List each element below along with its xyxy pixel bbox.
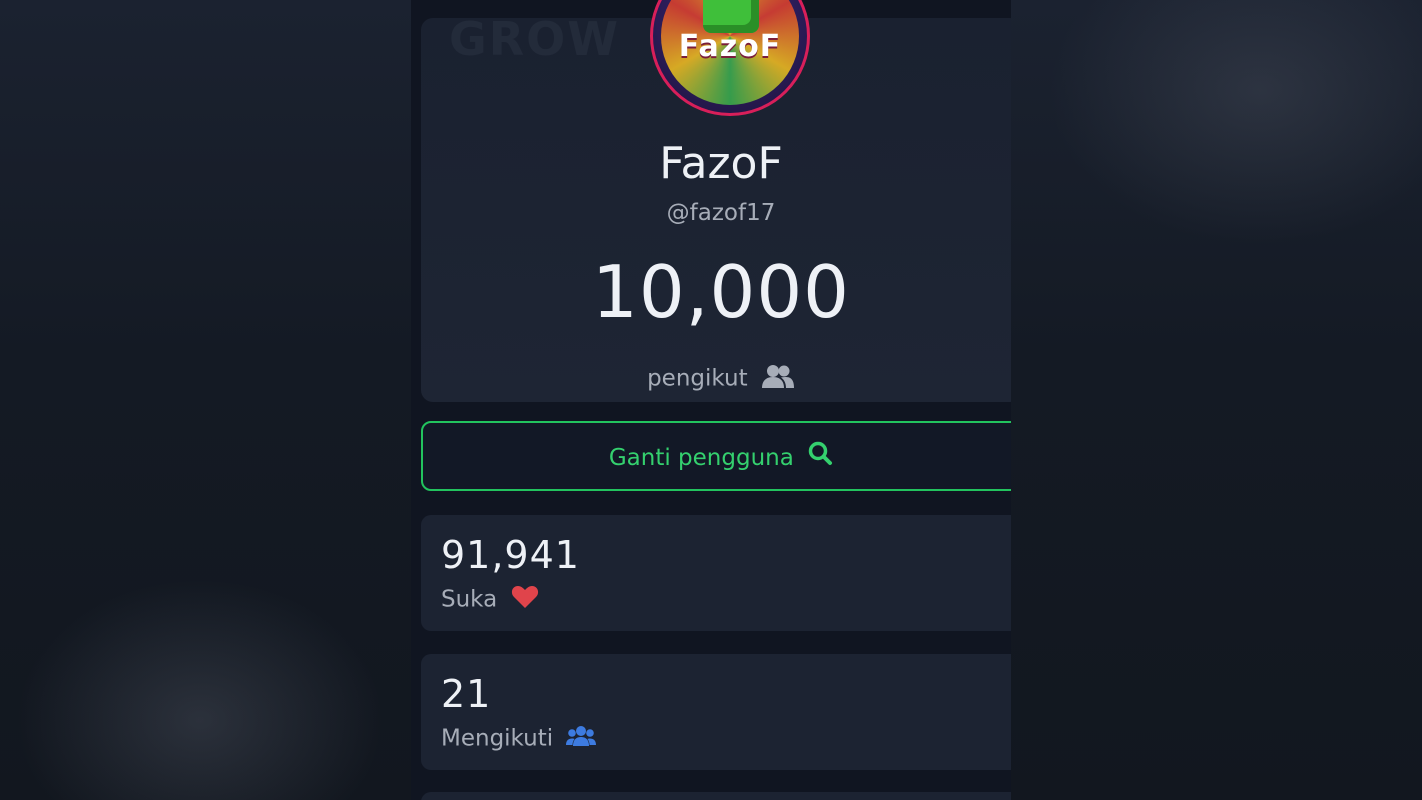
profile-card: GROW FazoF FazoF @fazof17 10,000 pengiku… xyxy=(421,0,1011,402)
app-screen: GROW FazoF FazoF @fazof17 10,000 pengiku… xyxy=(411,0,1011,800)
following-label-row: Mengikuti xyxy=(441,724,597,754)
following-label: Mengikuti xyxy=(441,725,554,752)
search-icon xyxy=(807,424,833,494)
likes-card: 91,941 Suka xyxy=(421,515,1011,631)
display-name: FazoF xyxy=(659,138,783,189)
avatar-logo-text: FazoF xyxy=(678,29,782,64)
follower-label: pengikut xyxy=(647,365,748,392)
following-card: 21 Mengikuti xyxy=(421,654,1011,770)
following-count: 21 xyxy=(441,672,492,716)
follower-label-row: pengikut xyxy=(421,363,1011,395)
users-icon xyxy=(761,363,795,395)
switch-user-button[interactable]: Ganti pengguna xyxy=(421,421,1011,491)
next-stat-card xyxy=(421,792,1011,800)
likes-label-row: Suka xyxy=(441,585,539,615)
avatar: FazoF xyxy=(650,0,810,116)
background-watermark: GROW xyxy=(449,12,621,66)
heart-icon xyxy=(511,585,539,615)
follower-count: 10,000 xyxy=(592,250,850,334)
likes-label: Suka xyxy=(441,586,498,613)
users-icon xyxy=(566,724,597,754)
username-handle: @fazof17 xyxy=(666,200,776,226)
likes-count: 91,941 xyxy=(441,533,580,577)
switch-user-label: Ganti pengguna xyxy=(608,445,794,471)
